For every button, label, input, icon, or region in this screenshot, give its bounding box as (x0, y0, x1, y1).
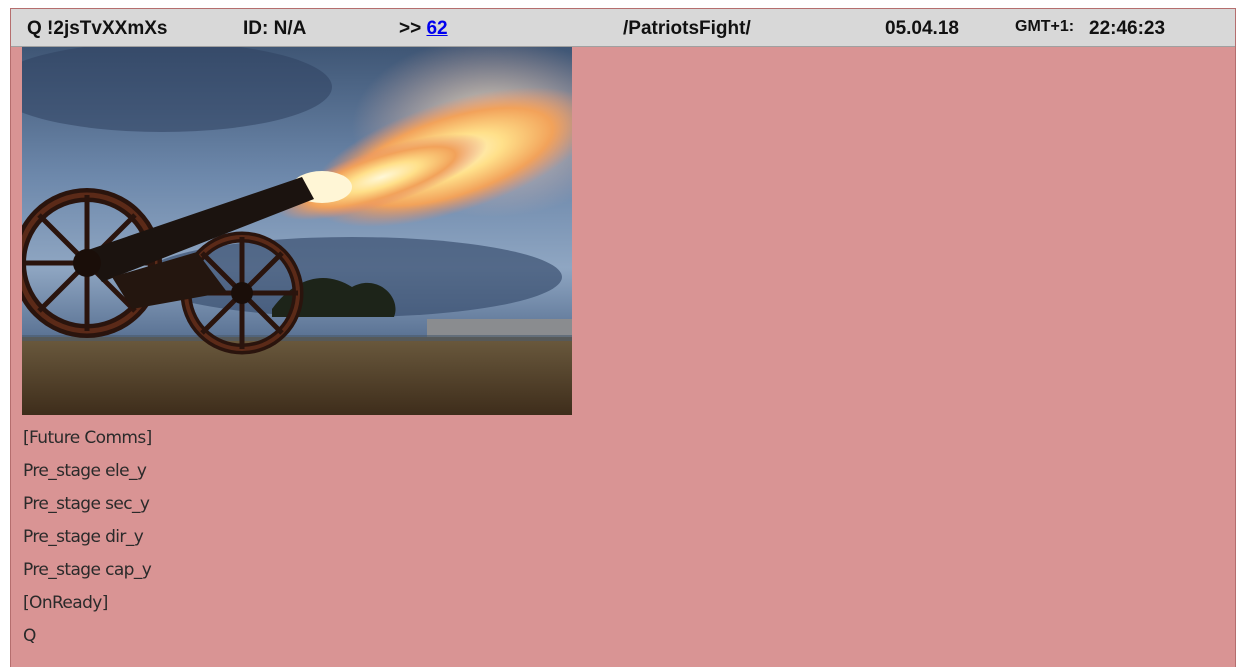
post-line: [OnReady] (23, 593, 108, 613)
reply-link[interactable]: 62 (426, 18, 447, 39)
post-date: 05.04.18 (885, 18, 959, 39)
board-name: /PatriotsFight/ (623, 18, 751, 39)
post-line: Pre_stage ele_y (23, 461, 147, 481)
post-line: Pre_stage cap_y (23, 560, 152, 580)
post-line: [Future Comms] (23, 428, 152, 448)
reply-reference: >> 62 (399, 18, 448, 40)
post-line: Pre_stage dir_y (23, 527, 144, 547)
cannon-firing-image[interactable] (22, 47, 572, 415)
post-container: Q !2jsTvXXmXs ID: N/A >> 62 /PatriotsFig… (10, 8, 1236, 667)
poster-id: ID: N/A (243, 18, 307, 39)
tripcode: Q !2jsTvXXmXs (27, 18, 168, 39)
post-header: Q !2jsTvXXmXs ID: N/A >> 62 /PatriotsFig… (11, 9, 1235, 47)
post-body: [Future Comms] Pre_stage ele_y Pre_stage… (23, 422, 152, 653)
post-time: 22:46:23 (1089, 18, 1166, 39)
post-line: Pre_stage sec_y (23, 494, 150, 514)
timezone-label: GMT+1: (1015, 18, 1075, 35)
reply-prefix: >> (399, 18, 422, 39)
post-signature: Q (23, 626, 36, 646)
